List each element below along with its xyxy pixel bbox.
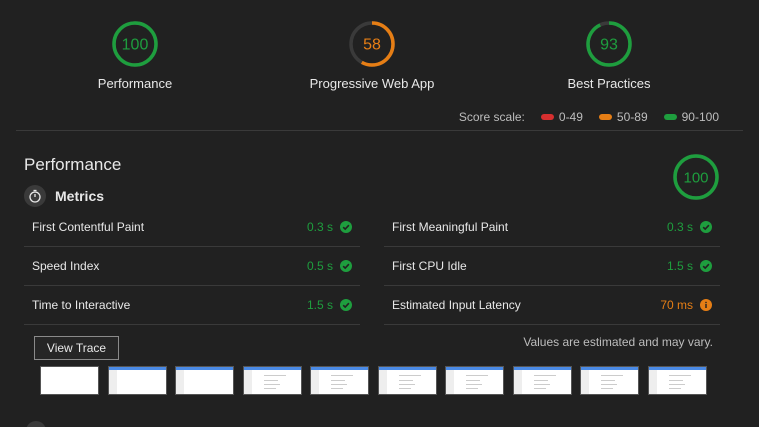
metric-label: First Contentful Paint xyxy=(32,220,145,234)
metrics-title: Metrics xyxy=(55,188,105,204)
filmstrip-frame xyxy=(242,366,302,395)
gauge-pwa[interactable]: 58 Progressive Web App xyxy=(262,20,482,91)
performance-score-gauge: 100 xyxy=(672,153,720,206)
metric-first-cpu-idle: First CPU Idle 1.5 s xyxy=(384,247,720,286)
gauge-score: 93 xyxy=(600,37,618,54)
metric-value-text: 1.5 s xyxy=(306,298,333,312)
gauge-ring: 100 xyxy=(112,21,158,67)
gauge-best-practices[interactable]: 93 Best Practices xyxy=(499,20,719,91)
pass-check-icon xyxy=(340,221,352,233)
section-divider xyxy=(16,130,743,131)
metric-label: First CPU Idle xyxy=(392,259,467,273)
metric-estimated-input-latency: Estimated Input Latency 70 ms xyxy=(384,286,720,325)
metric-label: Estimated Input Latency xyxy=(392,298,521,312)
metric-speed-index: Speed Index 0.5 s xyxy=(24,247,360,286)
metric-value: 0.3 s xyxy=(307,220,352,234)
score-scale: Score scale: 0-49 50-89 90-100 xyxy=(459,110,719,124)
metric-label: Speed Index xyxy=(32,259,100,273)
filmstrip-frame xyxy=(107,366,167,395)
gauge-label: Progressive Web App xyxy=(309,76,435,91)
scale-range-average: 50-89 xyxy=(616,110,648,124)
filmstrip-frame xyxy=(445,366,504,395)
metric-label: Time to Interactive xyxy=(32,298,131,312)
score-scale-label: Score scale: xyxy=(458,110,525,124)
section-title: Performance xyxy=(24,155,122,174)
metric-label: First Meaningful Paint xyxy=(392,220,509,234)
pass-check-icon xyxy=(340,260,352,272)
metric-value-text: 0.3 s xyxy=(306,220,333,234)
pass-check-icon xyxy=(700,260,712,272)
metric-time-to-interactive: Time to Interactive 1.5 s xyxy=(24,286,360,325)
average-swatch xyxy=(598,114,612,120)
scale-range-pass: 90-100 xyxy=(681,110,719,124)
metric-value-text: 0.5 s xyxy=(306,259,333,273)
filmstrip-frame xyxy=(175,366,234,395)
metrics-header: Metrics xyxy=(24,185,104,207)
estimate-note: Values are estimated and may vary. xyxy=(523,335,713,349)
metric-value-text: 70 ms xyxy=(660,298,693,312)
metric-first-meaningful-paint: First Meaningful Paint 0.3 s xyxy=(384,208,720,247)
filmstrip-frame xyxy=(40,366,99,395)
pass-swatch xyxy=(663,114,677,120)
category-gauges: 100 Performance 58 Progressive Web App 9… xyxy=(0,0,759,130)
next-section-icon xyxy=(26,421,46,427)
pass-check-icon xyxy=(700,221,712,233)
gauge-score: 100 xyxy=(683,170,708,187)
gauge-ring: 100 xyxy=(673,154,719,200)
gauge-score: 58 xyxy=(363,37,381,54)
scale-range-fail: 0-49 xyxy=(558,110,583,124)
stopwatch-icon xyxy=(24,185,46,207)
metric-value-text: 1.5 s xyxy=(666,259,693,273)
metric-value: 0.5 s xyxy=(307,259,352,273)
fail-swatch xyxy=(540,114,554,120)
filmstrip-frame xyxy=(377,366,437,395)
gauge-ring: 93 xyxy=(586,21,632,67)
metric-value: 1.5 s xyxy=(667,259,712,273)
gauge-label: Performance xyxy=(97,76,173,91)
metric-value: 70 ms xyxy=(660,298,712,312)
pass-check-icon xyxy=(340,299,352,311)
gauge-performance[interactable]: 100 Performance xyxy=(25,20,245,91)
gauge-label: Best Practices xyxy=(567,76,651,91)
metric-value: 1.5 s xyxy=(307,298,352,312)
gauge-score: 100 xyxy=(122,37,149,54)
filmstrip-frame xyxy=(512,366,572,395)
metric-value: 0.3 s xyxy=(667,220,712,234)
filmstrip-frame xyxy=(580,366,639,395)
metric-first-contentful-paint: First Contentful Paint 0.3 s xyxy=(24,208,360,247)
info-icon xyxy=(700,299,712,311)
gauge-ring: 58 xyxy=(349,21,395,67)
filmstrip-frame xyxy=(647,366,707,395)
view-trace-button[interactable]: View Trace xyxy=(34,336,119,360)
metric-value-text: 0.3 s xyxy=(666,220,693,234)
filmstrip-frame xyxy=(310,366,369,395)
